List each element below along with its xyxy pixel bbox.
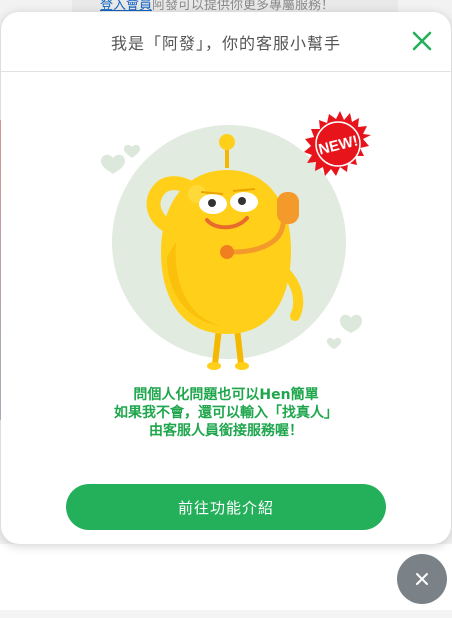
mascot-illustration: NEW! [100,111,371,370]
close-icon[interactable] [411,30,433,52]
intro-message: 問個人化問題也可以Hen簡單 如果我不會，還可以輸入「找真人」 由客服人員銜接服… [1,386,451,440]
message-line: 如果我不會，還可以輸入「找真人」 [114,405,338,421]
floating-close-button[interactable] [397,554,447,604]
feature-intro-button[interactable]: 前往功能介紹 [66,484,386,530]
message-line: 問個人化問題也可以Hen簡單 [133,387,319,403]
close-icon [416,573,428,585]
assistant-intro-modal: 我是「阿發」，你的客服小幫手 NEW! 問個人化問題也可以Hen簡單 如果我不會… [1,12,451,544]
background-divider [0,610,452,618]
background-bottom-area [0,544,452,618]
modal-header: 我是「阿發」，你的客服小幫手 [1,12,451,72]
message-line: 由客服人員銜接服務喔！ [149,423,303,439]
modal-title: 我是「阿發」，你的客服小幫手 [110,33,341,53]
